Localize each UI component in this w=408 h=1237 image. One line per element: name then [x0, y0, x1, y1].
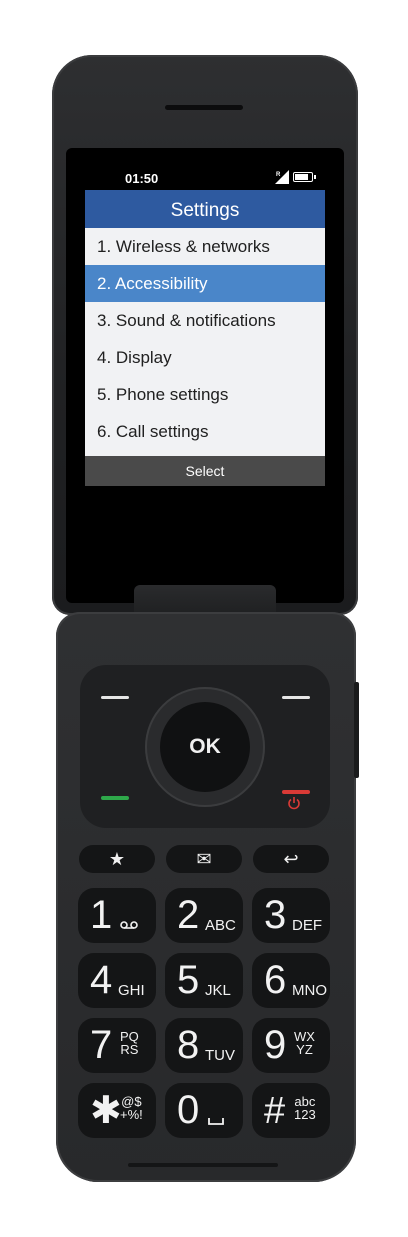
key-4-digit: 4	[90, 958, 113, 1002]
star-icon: ★	[108, 849, 126, 869]
key-5-digit: 5	[177, 958, 200, 1002]
voicemail-icon	[120, 921, 138, 929]
key-star[interactable]: ✱ @$ +%!	[78, 1083, 156, 1138]
menu-item-accessibility[interactable]: 2. Accessibility	[85, 265, 325, 302]
key-9-letters-bottom: YZ	[296, 1042, 313, 1057]
key-7-letters-bottom: RS	[120, 1042, 139, 1057]
key-5[interactable]: 5 JKL	[165, 953, 243, 1008]
menu-item-sound[interactable]: 3. Sound & notifications	[85, 302, 325, 339]
messages-key[interactable]: ✉	[166, 845, 242, 873]
hash-icon: #	[264, 1090, 286, 1132]
key-star-symbols: @$ +%!	[120, 1095, 143, 1121]
key-6-digit: 6	[264, 958, 287, 1002]
key-3-letters: DEF	[292, 917, 322, 934]
phone-screen: 01:50 R Settings 1. Wireless & networks …	[85, 166, 325, 486]
key-hash-symbols-bottom: 123	[294, 1107, 316, 1122]
battery-level	[295, 174, 308, 180]
asterisk-icon: ✱	[90, 1090, 122, 1132]
key-1-digit: 1	[90, 893, 113, 937]
key-3-digit: 3	[264, 893, 287, 937]
signal-icon: R	[275, 170, 289, 184]
key-8-letters: TUV	[205, 1047, 235, 1064]
ok-button[interactable]: OK	[160, 702, 250, 792]
key-7-letters: PQ RS	[120, 1030, 139, 1056]
key-7[interactable]: 7 PQ RS	[78, 1018, 156, 1073]
softkey-select-label: Select	[185, 463, 225, 479]
key-2[interactable]: 2 ABC	[165, 888, 243, 943]
menu-item-wireless[interactable]: 1. Wireless & networks	[85, 228, 325, 265]
menu-item-display[interactable]: 4. Display	[85, 339, 325, 376]
key-7-digit: 7	[90, 1023, 113, 1067]
key-2-digit: 2	[177, 893, 200, 937]
key-0-digit: 0	[177, 1088, 200, 1132]
key-8[interactable]: 8 TUV	[165, 1018, 243, 1073]
roaming-indicator: R	[276, 172, 281, 178]
status-bar: 01:50 R	[85, 166, 325, 190]
key-1[interactable]: 1	[78, 888, 156, 943]
bottom-edge-slot	[128, 1163, 278, 1167]
back-key[interactable]: ↩	[253, 845, 329, 873]
softkey-bar: Select	[85, 456, 325, 486]
key-0[interactable]: 0	[165, 1083, 243, 1138]
earpiece-speaker	[165, 105, 243, 110]
screen-title: Settings	[85, 190, 325, 228]
key-9-letters: WX YZ	[294, 1030, 315, 1056]
left-softkey[interactable]	[101, 696, 129, 699]
back-icon: ↩	[283, 849, 299, 869]
call-button[interactable]	[101, 796, 129, 800]
key-8-digit: 8	[177, 1023, 200, 1067]
menu-item-call-settings[interactable]: 6. Call settings	[85, 413, 325, 450]
key-6[interactable]: 6 MNO	[252, 953, 330, 1008]
key-hash[interactable]: # abc 123	[252, 1083, 330, 1138]
key-6-letters: MNO	[292, 982, 327, 999]
status-time: 01:50	[125, 171, 159, 186]
key-5-letters: JKL	[205, 982, 231, 999]
key-4[interactable]: 4 GHI	[78, 953, 156, 1008]
settings-menu: 1. Wireless & networks 2. Accessibility …	[85, 228, 325, 450]
key-star-symbols-bottom: +%!	[120, 1107, 143, 1122]
side-button[interactable]	[354, 682, 359, 778]
right-softkey[interactable]	[282, 696, 310, 699]
menu-item-phone-settings[interactable]: 5. Phone settings	[85, 376, 325, 413]
key-9-digit: 9	[264, 1023, 287, 1067]
key-2-letters: ABC	[205, 917, 236, 934]
power-icon	[288, 797, 300, 810]
space-icon	[208, 1118, 224, 1125]
end-call-button[interactable]	[282, 790, 310, 794]
key-9[interactable]: 9 WX YZ	[252, 1018, 330, 1073]
message-icon: ✉	[196, 849, 212, 869]
key-4-letters: GHI	[118, 982, 145, 999]
key-3[interactable]: 3 DEF	[252, 888, 330, 943]
star-key[interactable]: ★	[79, 845, 155, 873]
battery-icon	[293, 172, 316, 182]
key-hash-symbols: abc 123	[294, 1095, 316, 1121]
